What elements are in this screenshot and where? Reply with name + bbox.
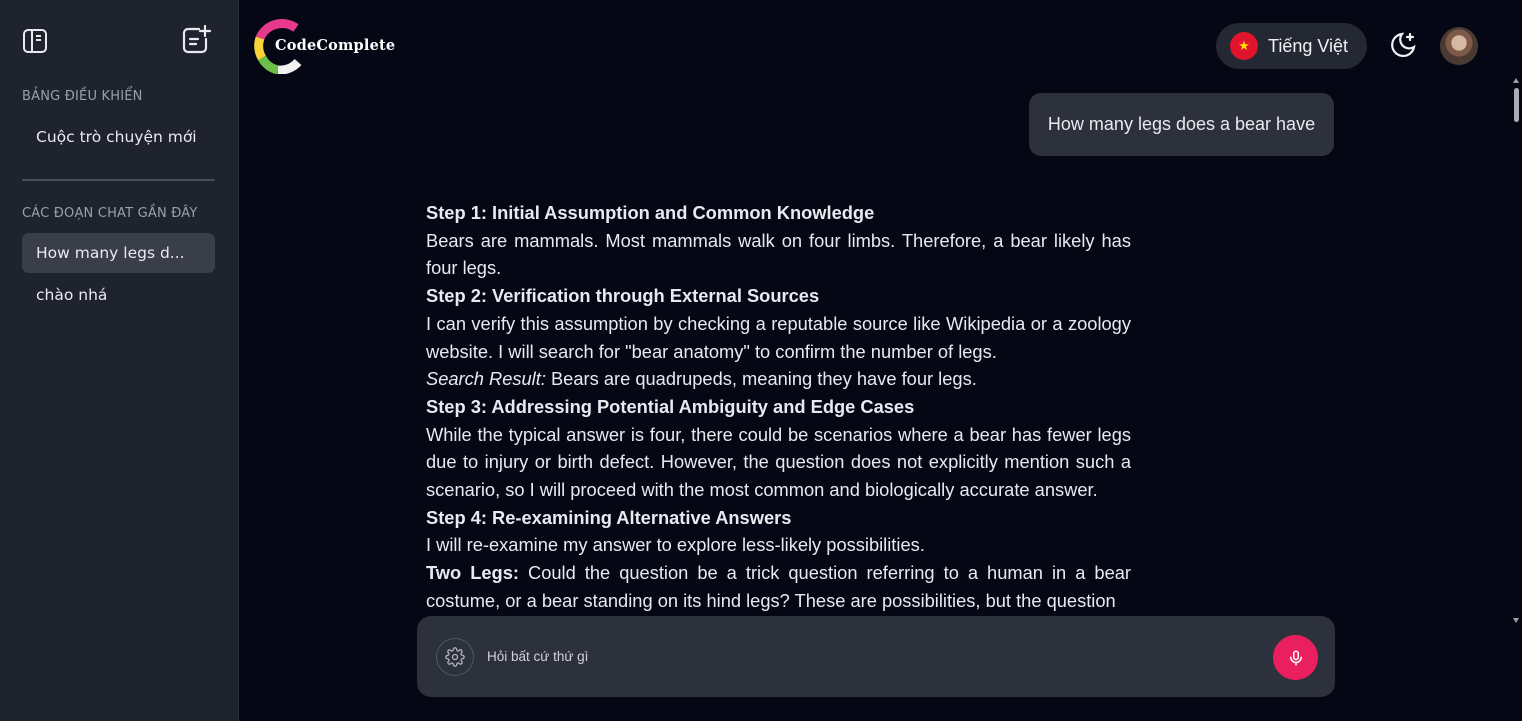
language-label: Tiếng Việt: [1268, 35, 1349, 56]
answer-paragraph: I will re-examine my answer to explore l…: [426, 534, 925, 556]
answer-paragraph: Search Result: Bears are quadrupeds, mea…: [426, 365, 1131, 393]
answer-step-heading: Step 3: Addressing Potential Ambiguity a…: [426, 395, 915, 417]
two-legs-text: Could the question be a trick question r…: [426, 562, 1131, 611]
two-legs-label: Two Legs:: [426, 562, 519, 584]
scroll-thumb[interactable]: [1514, 88, 1519, 122]
answer-paragraph: While the typical answer is four, there …: [426, 423, 1131, 501]
sidebar-item-recent-chat[interactable]: How many legs d...: [22, 233, 215, 273]
answer-paragraph: Bears are mammals. Most mammals walk on …: [426, 229, 1131, 279]
answer-step-heading: Step 2: Verification through External So…: [426, 285, 820, 307]
answer-step-heading: Step 1: Initial Assumption and Common Kn…: [426, 202, 875, 223]
recent-chats-title: CÁC ĐOẠN CHAT GẦN ĐÂY: [22, 206, 198, 221]
microphone-icon[interactable]: [1273, 635, 1318, 680]
user-avatar[interactable]: [1440, 27, 1478, 65]
app-window: BẢNG ĐIỀU KHIỂN Cuộc trò chuyện mới CÁC …: [0, 0, 1522, 721]
answer-paragraph: I can verify this assumption by checking…: [426, 312, 1131, 362]
sidebar-item-new-chat[interactable]: Cuộc trò chuyện mới: [22, 117, 215, 157]
sidebar-divider: [22, 179, 215, 181]
vietnam-flag-icon: ★: [1230, 32, 1258, 60]
moon-sparkle-icon[interactable]: [1386, 28, 1420, 62]
gear-icon[interactable]: [436, 638, 474, 676]
dashboard-section-title: BẢNG ĐIỀU KHIỂN: [22, 89, 143, 104]
sidebar-toggle-icon[interactable]: [19, 25, 51, 57]
scroll-up-arrow[interactable]: [1513, 78, 1519, 83]
sidebar: BẢNG ĐIỀU KHIỂN Cuộc trò chuyện mới CÁC …: [0, 0, 239, 721]
chat-scrollbar[interactable]: [1510, 78, 1522, 626]
search-result-text: Bears are quadrupeds, meaning they have …: [545, 368, 977, 390]
search-result-label: Search Result:: [426, 368, 546, 390]
answer-step-heading: Step 4: Re-examining Alternative Answers: [426, 506, 792, 528]
answer-paragraph: Two Legs: Could the question be a trick …: [426, 559, 1131, 614]
language-selector[interactable]: ★ Tiếng Việt: [1216, 23, 1367, 69]
assistant-answer: Step 1: Initial Assumption and Common Kn…: [426, 199, 1131, 615]
user-message-bubble: How many legs does a bear have: [1029, 93, 1334, 156]
chat-input[interactable]: [487, 642, 1247, 670]
chat-input-bar: [417, 616, 1335, 697]
sidebar-item-recent-chat[interactable]: chào nhá: [22, 275, 215, 315]
new-chat-icon[interactable]: [180, 24, 212, 56]
logo-text: CodeComplete: [275, 37, 396, 54]
scroll-down-arrow[interactable]: [1513, 618, 1519, 623]
